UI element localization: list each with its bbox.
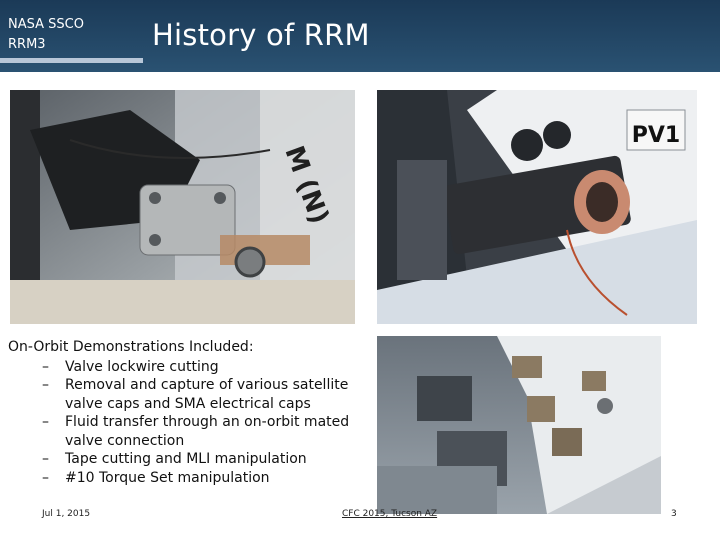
dash-bullet: –: [42, 377, 49, 393]
demonstrations-text: On-Orbit Demonstrations Included: – Valv…: [8, 338, 368, 487]
photo-label-pv1: PV1: [632, 123, 680, 148]
list-item: – Fluid transfer through an on-orbit mat…: [8, 413, 368, 450]
demonstrations-list: – Valve lockwire cutting – Removal and c…: [8, 358, 368, 488]
footer-conference-link[interactable]: CFC 2015, Tucson AZ: [342, 509, 437, 519]
list-item-text: Valve lockwire cutting: [65, 358, 219, 375]
list-item-text-cont: valve caps and SMA electrical caps: [65, 395, 311, 412]
photo-rrm-module: [377, 336, 661, 514]
page-number: 3: [671, 509, 677, 519]
list-item: – Valve lockwire cutting: [8, 358, 368, 377]
list-item-text: Removal and capture of various satellite: [65, 377, 349, 393]
photo-lockwire-cutting: M (N): [10, 90, 355, 324]
slide-title: History of RRM: [152, 18, 370, 52]
photo-fluid-transfer-pv1: PV1: [377, 90, 697, 324]
list-item: – Removal and capture of various satelli…: [8, 376, 368, 413]
list-item: – Tape cutting and MLI manipulation: [8, 450, 368, 469]
org-line-2: RRM3: [8, 37, 46, 52]
title-banner: NASA SSCO RRM3 History of RRM: [0, 0, 720, 72]
demonstrations-heading: On-Orbit Demonstrations Included:: [8, 339, 254, 355]
dash-bullet: –: [42, 451, 49, 467]
list-item-text: Fluid transfer through an on-orbit mated: [65, 414, 350, 430]
dash-bullet: –: [42, 469, 49, 486]
org-label: NASA SSCO RRM3: [8, 15, 84, 55]
accent-bar: [0, 58, 143, 63]
footer-date: Jul 1, 2015: [42, 509, 91, 519]
list-item-text: Tape cutting and MLI manipulation: [65, 451, 307, 467]
list-item: – #10 Torque Set manipulation: [8, 469, 368, 488]
list-item-text-cont: valve connection: [65, 432, 185, 449]
dash-bullet: –: [42, 358, 49, 375]
org-line-1: NASA SSCO: [8, 17, 84, 32]
list-item-text: #10 Torque Set manipulation: [65, 469, 270, 486]
dash-bullet: –: [42, 414, 49, 430]
